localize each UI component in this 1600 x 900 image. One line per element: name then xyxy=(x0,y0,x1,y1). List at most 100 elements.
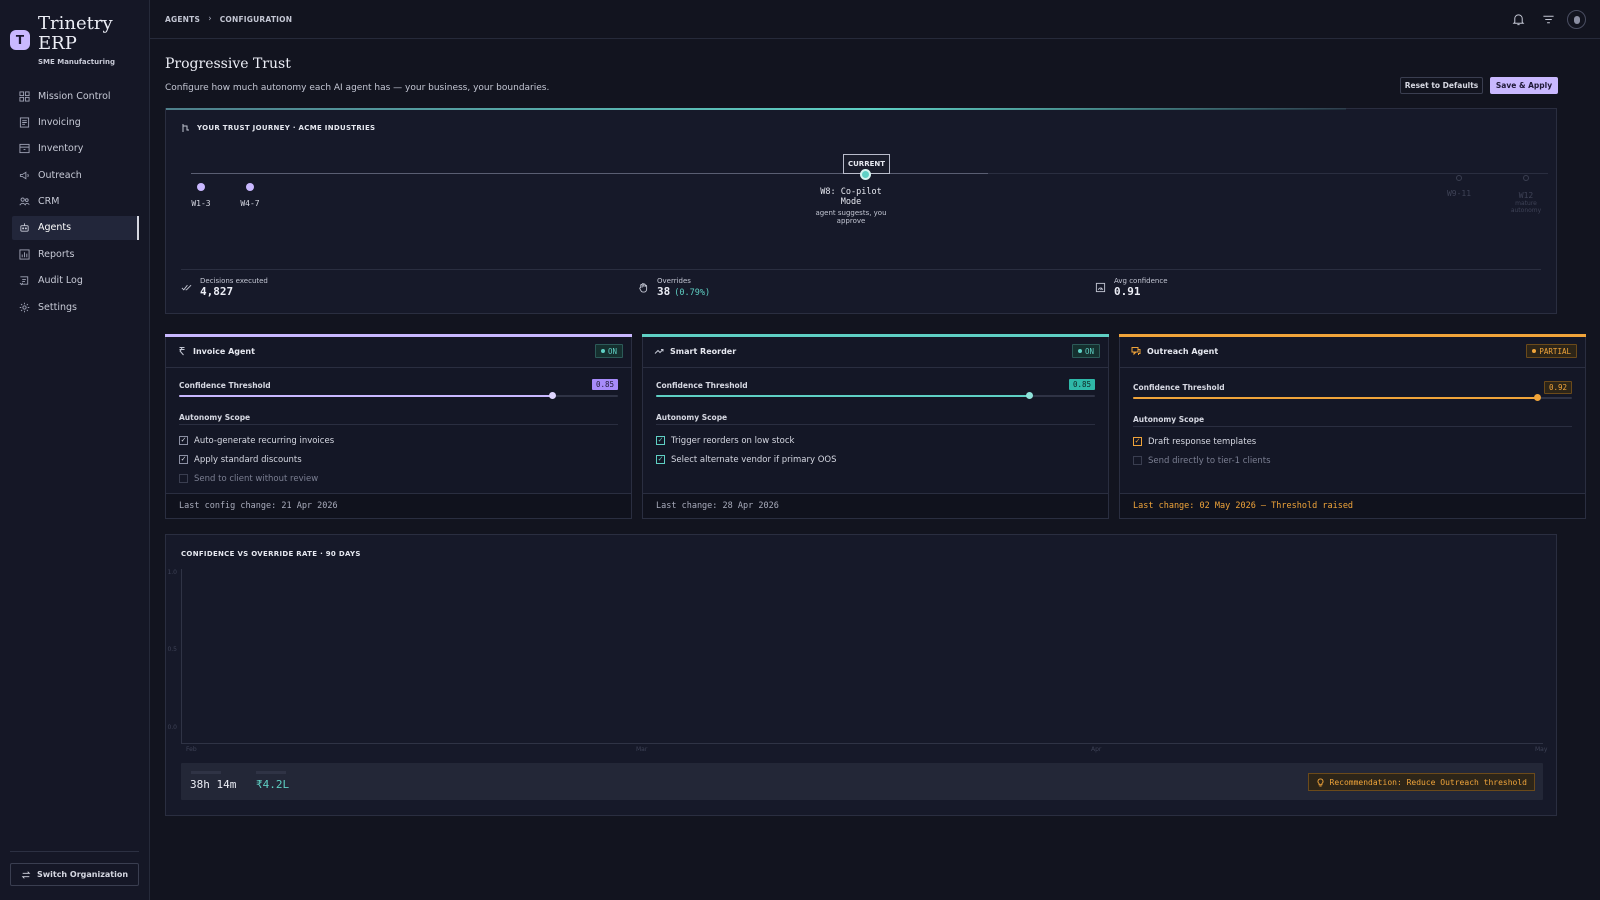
slider-knob[interactable] xyxy=(1026,392,1034,399)
status-badge[interactable]: ON xyxy=(1071,344,1100,358)
recommendation-button[interactable]: Recommendation: Reduce Outreach threshol… xyxy=(1307,773,1535,791)
bell-icon[interactable] xyxy=(1512,13,1525,26)
scope-checkbox-alternate-vendor[interactable]: ✓ Select alternate vendor if primary OOS xyxy=(656,450,837,469)
breadcrumb-agents[interactable]: AGENTS xyxy=(165,15,200,24)
breadcrumb-configuration: CONFIGURATION xyxy=(219,14,293,24)
sidebar-item-label: Settings xyxy=(38,301,77,313)
sidebar-item-mission-control[interactable]: Mission Control xyxy=(12,84,137,108)
stat-label: Overrides xyxy=(657,277,691,285)
sidebar-item-agents[interactable]: Agents xyxy=(12,215,139,240)
time-saved-value: 38h 14m xyxy=(190,778,237,791)
sidebar-item-settings[interactable]: Settings xyxy=(12,295,137,319)
scope-checkbox-trigger-reorders[interactable]: ✓ Trigger reorders on low stock xyxy=(656,431,837,450)
history-icon xyxy=(19,276,29,286)
stat-value-text: 4,827 xyxy=(200,285,234,298)
filter-icon[interactable] xyxy=(1542,13,1555,26)
milestone-w12[interactable]: W12 mature autonomy xyxy=(1506,175,1546,214)
status-badge[interactable]: PARTIAL xyxy=(1526,344,1577,358)
main-content: AGENTS › CONFIGURATION Progressive Trust… xyxy=(150,0,1600,900)
y-tick-label: 1.0 xyxy=(167,569,177,576)
sidebar-item-invoicing[interactable]: Invoicing xyxy=(12,110,137,134)
journey-title: YOUR TRUST JOURNEY · ACME INDUSTRIES xyxy=(181,123,375,133)
brand-logo: T xyxy=(10,30,30,50)
confidence-threshold-row: Confidence Threshold 0.85 xyxy=(656,379,1095,399)
checkbox-label: Trigger reorders on low stock xyxy=(671,435,795,446)
reset-to-defaults-button[interactable]: Reset to Defaults xyxy=(1400,77,1483,94)
milestone-w8[interactable]: W8: Co-pilot Mode agent suggests, you ap… xyxy=(796,187,906,225)
slider-fill xyxy=(179,395,553,397)
sidebar-item-label: Outreach xyxy=(38,169,82,181)
scope-checkbox-send-client[interactable]: Send to client without review xyxy=(179,469,334,488)
lightbulb-icon xyxy=(1317,777,1323,787)
breadcrumb: AGENTS › CONFIGURATION xyxy=(165,14,292,24)
threshold-slider[interactable] xyxy=(1133,394,1572,401)
invoice-icon xyxy=(19,117,30,128)
stat-value-text: 38 xyxy=(657,285,671,298)
checkbox-label: Apply standard discounts xyxy=(194,454,302,465)
trend-up-icon xyxy=(654,349,664,354)
milestone-dot xyxy=(1523,175,1529,181)
sidebar-item-reports[interactable]: Reports xyxy=(12,242,137,266)
sidebar-item-label: CRM xyxy=(38,196,60,208)
scope-checkbox-discounts[interactable]: ✓ Apply standard discounts xyxy=(179,450,334,469)
slider-knob[interactable] xyxy=(549,392,557,399)
save-and-apply-button[interactable]: Save & Apply xyxy=(1490,77,1558,94)
card-footer: Last config change: 21 Apr 2026 xyxy=(166,493,631,518)
x-tick-label: Mar xyxy=(636,746,648,753)
scope-divider xyxy=(656,424,1095,425)
topbar: AGENTS › CONFIGURATION xyxy=(150,0,1600,39)
agent-name: Smart Reorder xyxy=(670,346,737,356)
route-icon xyxy=(182,124,189,132)
brand-name-line2: ERP xyxy=(38,33,77,54)
sidebar-item-label: Mission Control xyxy=(38,90,111,102)
agent-name: Invoice Agent xyxy=(193,346,255,356)
threshold-label: Confidence Threshold xyxy=(656,381,748,390)
sidebar-item-label: Invoicing xyxy=(38,116,81,128)
confidence-threshold-row: Confidence Threshold 0.92 xyxy=(1133,381,1572,401)
brand: T Trinetry ERP SME Manufacturing xyxy=(0,0,149,66)
value-saved-value: ₹4.2L xyxy=(256,778,290,791)
agent-name: Outreach Agent xyxy=(1147,346,1219,356)
chat-icon xyxy=(1131,347,1141,356)
chart-summary-bar: 38h 14m ₹4.2L Recommendation: Reduce Out… xyxy=(181,763,1543,800)
switch-organization-label: Switch Organization xyxy=(36,870,129,879)
sidebar-item-outreach[interactable]: Outreach xyxy=(12,163,137,187)
milestone-w1-3[interactable]: W1-3 xyxy=(188,183,214,208)
sidebar-item-label: Reports xyxy=(38,248,75,260)
switch-organization-button[interactable]: Switch Organization xyxy=(10,863,139,886)
sidebar-item-inventory[interactable]: Inventory xyxy=(12,137,137,161)
slider-knob[interactable] xyxy=(1533,394,1541,401)
card-header: Smart Reorder ON xyxy=(643,335,1108,368)
scope-checkbox-draft-templates[interactable]: ✓ Draft response templates xyxy=(1133,432,1271,451)
gear-icon xyxy=(19,302,30,312)
scope-divider xyxy=(179,424,618,425)
megaphone-icon xyxy=(19,171,29,180)
status-badge[interactable]: ON xyxy=(594,344,623,358)
robot-icon xyxy=(20,223,29,233)
scope-checkbox-send-tier1[interactable]: Send directly to tier-1 clients xyxy=(1133,451,1271,470)
swap-icon xyxy=(21,870,31,879)
y-tick-label: 0.5 xyxy=(167,646,177,653)
sidebar-item-crm[interactable]: CRM xyxy=(12,190,137,214)
threshold-label: Confidence Threshold xyxy=(1133,383,1225,392)
chevron-right-icon: › xyxy=(208,14,212,24)
sidebar-item-audit-log[interactable]: Audit Log xyxy=(12,269,137,293)
sidebar-item-label: Inventory xyxy=(38,143,84,155)
card-header: Invoice Agent ON xyxy=(166,335,631,368)
milestone-dot xyxy=(246,183,254,191)
milestone-label: W8: Co-pilot Mode xyxy=(820,187,882,207)
scope-checkbox-auto-generate[interactable]: ✓ Auto-generate recurring invoices xyxy=(179,431,334,450)
current-milestone-dot[interactable] xyxy=(860,169,871,180)
threshold-slider[interactable] xyxy=(179,392,618,399)
grid-icon xyxy=(19,90,30,102)
trust-journey-panel: YOUR TRUST JOURNEY · ACME INDUSTRIES W1-… xyxy=(165,108,1557,314)
summary-label-placeholder xyxy=(256,771,286,774)
stat-label: Decisions executed xyxy=(200,277,268,285)
sidebar-nav: Mission Control Invoicing Inventory Outr… xyxy=(0,84,149,319)
milestone-w9-11[interactable]: W9-11 xyxy=(1446,175,1472,198)
avatar[interactable] xyxy=(1567,10,1586,29)
milestone-w4-7[interactable]: W4-7 xyxy=(237,183,263,208)
threshold-slider[interactable] xyxy=(656,392,1095,399)
gauge-icon xyxy=(1095,282,1106,293)
check-icon: ✓ xyxy=(179,436,188,445)
